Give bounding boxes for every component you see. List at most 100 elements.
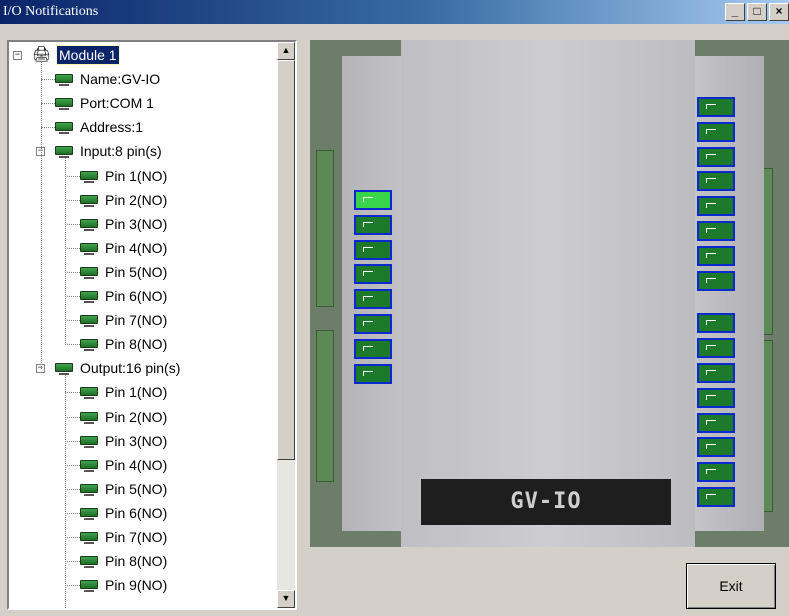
minimize-button[interactable]: _ (725, 3, 745, 21)
tree-node-output[interactable]: − Output:16 pin(s) (9, 357, 281, 379)
tree-node-output-pin[interactable]: Pin 3(NO) (9, 430, 281, 452)
scroll-up-button[interactable]: ▲ (277, 42, 295, 60)
io-pin-icon (80, 291, 98, 303)
tree-node-output-pin[interactable]: Pin 6(NO) (9, 502, 281, 524)
terminal-block (316, 330, 334, 482)
device-body (401, 40, 695, 547)
tree-connector (65, 561, 80, 563)
io-pin-icon (55, 363, 73, 376)
output-led[interactable] (697, 363, 735, 383)
tree-node-output-pin[interactable]: Pin 7(NO) (9, 526, 281, 548)
output-led[interactable] (697, 412, 735, 433)
output-led[interactable] (697, 121, 735, 142)
tree-node-input-pin[interactable]: Pin 1(NO) (9, 165, 281, 187)
tree-connector (65, 175, 80, 177)
tree-node-input-pin[interactable]: Pin 6(NO) (9, 285, 281, 307)
output-led[interactable] (697, 270, 735, 291)
tree-node-input-pin-label: Pin 7(NO) (105, 312, 168, 329)
input-led[interactable] (354, 190, 392, 210)
input-led[interactable] (354, 289, 392, 310)
tree-node-module[interactable]: − 🖨 Module 1 (9, 44, 281, 66)
io-pin-icon (80, 411, 98, 424)
output-led[interactable] (697, 437, 735, 458)
io-pin-icon (80, 532, 98, 544)
output-led[interactable] (697, 146, 735, 167)
tree-connector (65, 375, 66, 608)
io-pin-icon (55, 122, 73, 135)
tree-connector (65, 320, 80, 322)
tree-node-input-pin-label: Pin 6(NO) (105, 288, 168, 304)
maximize-button[interactable]: □ (747, 3, 767, 21)
tree-node-output-pin-label: Pin 7(NO) (105, 529, 168, 545)
tree-connector (41, 62, 42, 370)
tree-connector (65, 585, 80, 587)
title-bar: I/O Notifications _ □ × (0, 0, 789, 24)
tree-node-output-pin[interactable]: Pin 5(NO) (9, 478, 281, 500)
tree-content: − 🖨 Module 1 Name:GV-IO Port:COM 1 Address:1 −… (9, 42, 281, 608)
tree-node-module-label: Module 1 (56, 45, 120, 65)
tree-node-output-pin[interactable]: Pin 9(NO) (9, 574, 281, 596)
tree-node-input-pin-label: Pin 3(NO) (105, 215, 168, 232)
tree-node-name-label: Name:GV-IO (80, 71, 161, 88)
tree-node-input-pin[interactable]: Pin 7(NO) (9, 309, 281, 331)
io-pin-icon (80, 507, 98, 520)
io-pin-icon (80, 266, 98, 279)
tree-node-input-pin[interactable]: Pin 4(NO) (9, 237, 281, 259)
tree-node-output-pin[interactable]: Pin 2(NO) (9, 406, 281, 428)
output-led[interactable] (697, 221, 735, 241)
output-led[interactable] (697, 387, 735, 408)
tree-connector (65, 416, 80, 418)
tree-node-output-pin[interactable]: Pin 8(NO) (9, 550, 281, 572)
io-pin-icon (80, 387, 98, 400)
collapse-icon[interactable]: − (13, 51, 22, 60)
scroll-thumb[interactable] (277, 60, 295, 460)
io-pin-icon (80, 556, 98, 569)
tree-node-input-pin-label: Pin 2(NO) (105, 191, 168, 208)
tree-node-input[interactable]: − Input:8 pin(s) (9, 140, 281, 162)
output-led[interactable] (697, 171, 735, 192)
tree-connector (65, 296, 80, 297)
tree-connector (41, 79, 55, 81)
tree-connector (65, 223, 80, 225)
tree-scrollbar[interactable]: ▲ ▼ (277, 42, 295, 608)
io-pin-icon (80, 339, 98, 352)
io-pin-icon (55, 74, 73, 87)
tree-node-input-pin[interactable]: Pin 2(NO) (9, 189, 281, 211)
scroll-down-button[interactable]: ▼ (277, 590, 295, 608)
input-led[interactable] (354, 239, 392, 260)
output-led[interactable] (697, 196, 735, 217)
tree-connector (65, 464, 80, 466)
tree-node-input-pin[interactable]: Pin 3(NO) (9, 213, 281, 235)
tree-node-output-pin[interactable]: Pin 1(NO) (9, 381, 281, 403)
output-led[interactable] (697, 245, 735, 266)
output-led[interactable] (697, 97, 735, 117)
output-led[interactable] (697, 462, 735, 483)
io-tree-view[interactable]: − 🖨 Module 1 Name:GV-IO Port:COM 1 Address:1 −… (7, 40, 297, 610)
tree-node-output-pin-label: Pin 8(NO) (105, 553, 168, 570)
close-button[interactable]: × (769, 3, 789, 21)
tree-node-input-pin-label: Pin 5(NO) (105, 263, 168, 280)
io-pin-icon (55, 146, 73, 159)
io-pin-icon (80, 170, 98, 183)
tree-node-input-pin[interactable]: Pin 8(NO) (9, 333, 281, 355)
output-led[interactable] (697, 338, 735, 359)
input-led[interactable] (354, 314, 392, 334)
exit-button[interactable]: Exit (686, 563, 776, 609)
tree-connector (41, 127, 55, 129)
tree-connector (41, 103, 55, 105)
input-led[interactable] (354, 363, 392, 384)
tree-node-input-pin-label: Pin 1(NO) (105, 167, 168, 184)
tree-node-output-pin-label: Pin 1(NO) (105, 384, 168, 401)
output-led[interactable] (697, 487, 735, 507)
io-pin-icon (80, 242, 98, 255)
input-led[interactable] (354, 214, 392, 235)
tree-connector (65, 488, 80, 490)
output-led[interactable] (697, 313, 735, 334)
input-led[interactable] (354, 264, 392, 285)
tree-node-input-pin[interactable]: Pin 5(NO) (9, 261, 281, 283)
tree-connector (65, 440, 80, 442)
tree-node-output-pin[interactable]: Pin 4(NO) (9, 454, 281, 476)
tree-node-output-pin-label: Pin 4(NO) (105, 456, 168, 473)
tree-node-output-label: Output:16 pin(s) (80, 360, 181, 377)
input-led[interactable] (354, 338, 392, 359)
